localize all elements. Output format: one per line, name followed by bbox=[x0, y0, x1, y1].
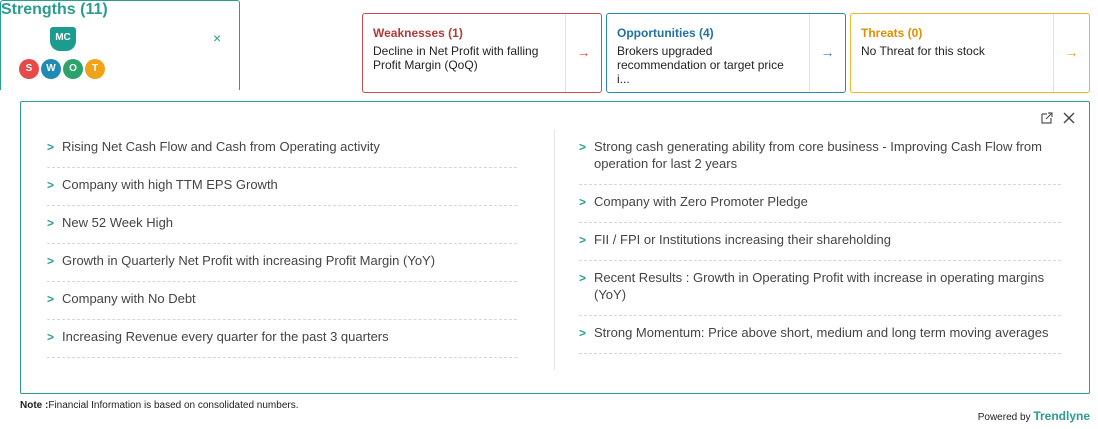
list-item[interactable]: > Rising Net Cash Flow and Cash from Oper… bbox=[47, 130, 517, 168]
list-item[interactable]: > Strong Momentum: Price above short, med… bbox=[579, 316, 1061, 354]
footer-note: Note :Financial Information is based on … bbox=[20, 400, 299, 411]
mc-badge: MC bbox=[50, 27, 76, 51]
tab-threats[interactable]: Threats (0) No Threat for this stock → bbox=[850, 13, 1090, 93]
close-icon[interactable]: × bbox=[213, 30, 221, 46]
list-item[interactable]: > Company with No Debt bbox=[47, 282, 517, 320]
opportunities-title: Opportunities (4) bbox=[617, 26, 714, 40]
external-link-icon[interactable] bbox=[1041, 112, 1057, 127]
list-item[interactable]: > FII / FPI or Institutions increasing th… bbox=[579, 223, 1061, 261]
arrow-right-icon[interactable]: → bbox=[809, 14, 845, 92]
tab-opportunities[interactable]: Opportunities (4) Brokers upgraded recom… bbox=[606, 13, 846, 93]
note-text: Financial Information is based on consol… bbox=[48, 400, 299, 411]
weaknesses-title: Weaknesses (1) bbox=[373, 26, 463, 40]
chevron-right-icon: > bbox=[47, 292, 55, 306]
column-divider bbox=[554, 130, 555, 370]
chevron-right-icon: > bbox=[579, 195, 587, 209]
opportunities-desc: Brokers upgraded recommendation or targe… bbox=[617, 44, 784, 86]
note-label: Note : bbox=[20, 400, 49, 411]
weaknesses-desc: Decline in Net Profit with falling Profi… bbox=[373, 44, 539, 72]
swot-logo: MC S W O T bbox=[19, 27, 107, 83]
chevron-right-icon: > bbox=[47, 254, 55, 268]
list-item[interactable]: > Company with Zero Promoter Pledge bbox=[579, 185, 1061, 223]
strengths-title: Strengths (11) bbox=[1, 1, 108, 18]
chevron-right-icon: > bbox=[47, 178, 55, 192]
strengths-left-list: > Rising Net Cash Flow and Cash from Oper… bbox=[47, 130, 517, 358]
panel-actions bbox=[1035, 112, 1075, 127]
chevron-right-icon: > bbox=[579, 271, 587, 285]
list-item[interactable]: > Recent Results : Growth in Operating Pr… bbox=[579, 261, 1061, 316]
swot-t-dot: T bbox=[85, 59, 105, 79]
arrow-right-icon[interactable]: → bbox=[1053, 14, 1089, 92]
list-item[interactable]: > Growth in Quarterly Net Profit with inc… bbox=[47, 244, 517, 282]
chevron-right-icon: > bbox=[579, 140, 587, 154]
close-icon[interactable] bbox=[1063, 112, 1075, 127]
arrow-right-icon[interactable]: → bbox=[565, 14, 601, 92]
chevron-right-icon: > bbox=[47, 140, 55, 154]
swot-w-dot: W bbox=[41, 59, 61, 79]
strengths-right-list: > Strong cash generating ability from cor… bbox=[579, 130, 1061, 354]
swot-s-dot: S bbox=[19, 59, 39, 79]
trendlyne-link[interactable]: Trendlyne bbox=[1033, 409, 1090, 423]
list-item[interactable]: > New 52 Week High bbox=[47, 206, 517, 244]
tab-weaknesses[interactable]: Weaknesses (1) Decline in Net Profit wit… bbox=[362, 13, 602, 93]
powered-by-label: Powered by bbox=[977, 412, 1031, 423]
chevron-right-icon: > bbox=[47, 330, 55, 344]
threats-desc: No Threat for this stock bbox=[861, 44, 985, 58]
chevron-right-icon: > bbox=[579, 233, 587, 247]
threats-title: Threats (0) bbox=[861, 26, 923, 40]
list-item[interactable]: > Increasing Revenue every quarter for th… bbox=[47, 320, 517, 358]
powered-by: Powered by Trendlyne bbox=[978, 409, 1090, 423]
swot-o-dot: O bbox=[63, 59, 83, 79]
list-item[interactable]: > Company with high TTM EPS Growth bbox=[47, 168, 517, 206]
chevron-right-icon: > bbox=[47, 216, 55, 230]
chevron-right-icon: > bbox=[579, 326, 587, 340]
list-item[interactable]: > Strong cash generating ability from cor… bbox=[579, 130, 1061, 185]
strengths-panel: > Rising Net Cash Flow and Cash from Oper… bbox=[20, 101, 1090, 394]
